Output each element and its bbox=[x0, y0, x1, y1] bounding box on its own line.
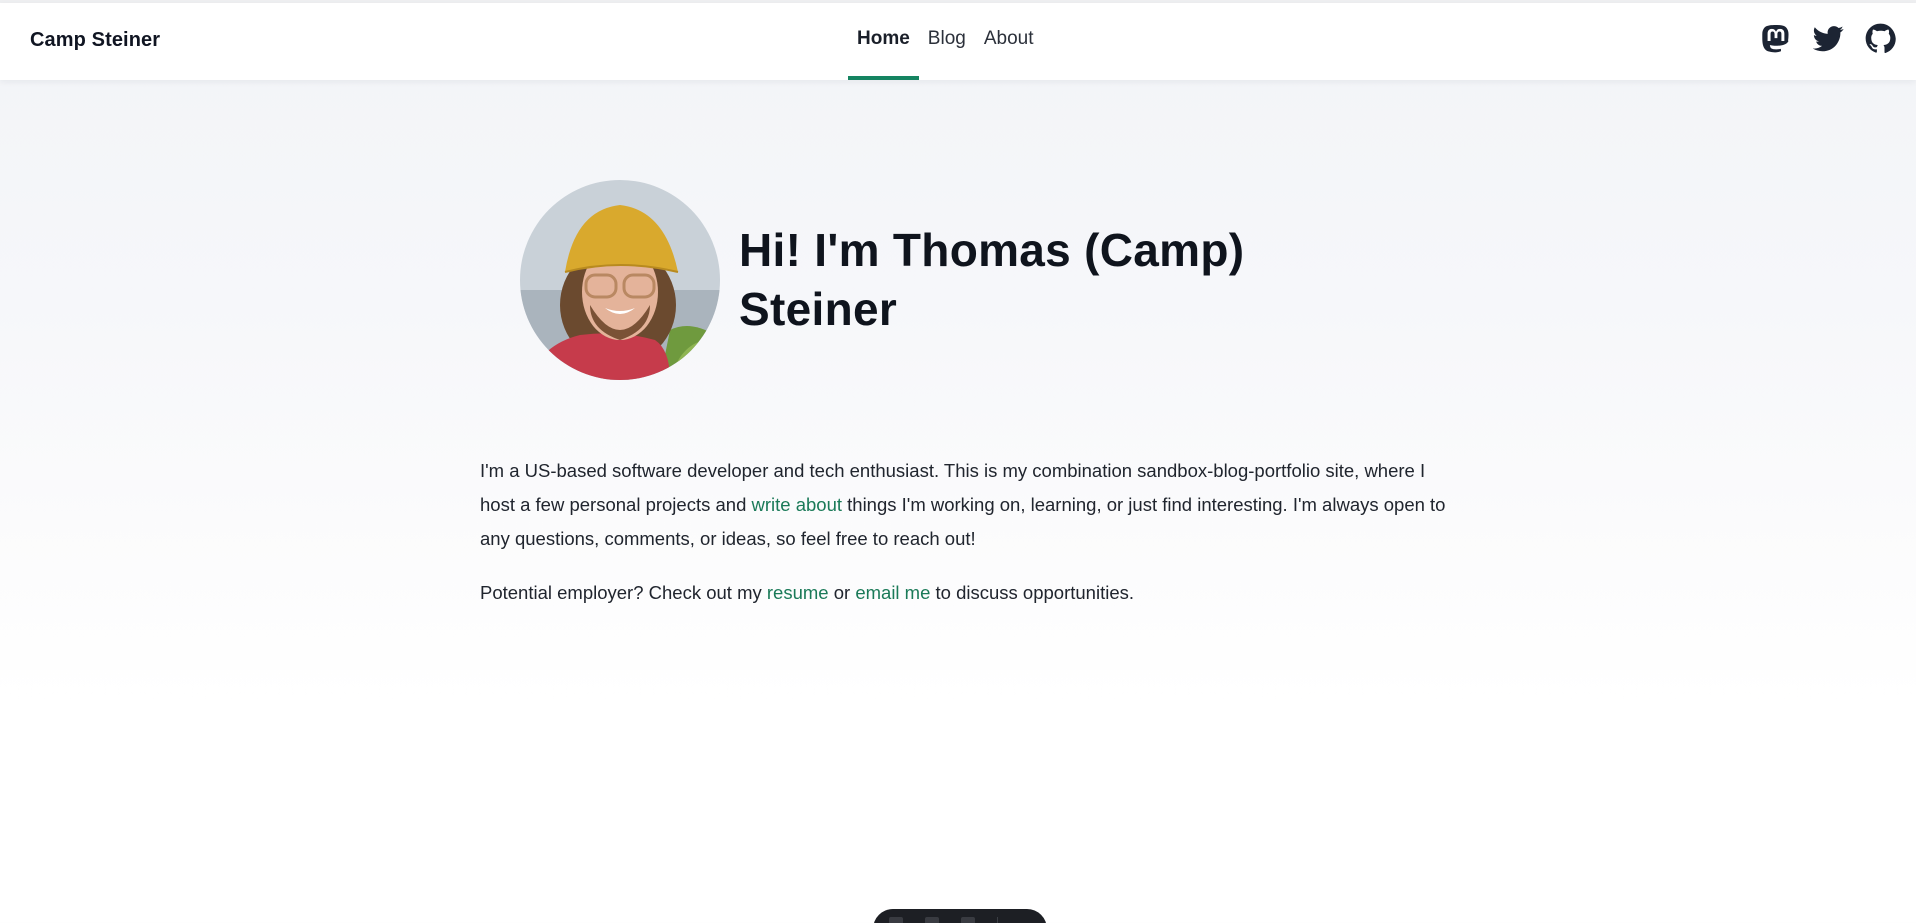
floating-toolbar[interactable] bbox=[873, 909, 1047, 923]
bio-text: or bbox=[828, 582, 856, 603]
avatar-portrait-image bbox=[520, 180, 720, 380]
hero-section: Hi! I'm Thomas (Camp) Steiner bbox=[520, 180, 1299, 380]
main-nav: Home Blog About bbox=[848, 3, 1042, 80]
bio-paragraph-intro: I'm a US-based software developer and te… bbox=[480, 454, 1460, 556]
mastodon-link[interactable] bbox=[1761, 23, 1792, 54]
mastodon-icon bbox=[1762, 24, 1789, 53]
bio-paragraph-employer: Potential employer? Check out my resume … bbox=[480, 576, 1460, 610]
twitter-icon bbox=[1813, 26, 1844, 52]
avatar bbox=[520, 180, 720, 380]
toolbar-button[interactable] bbox=[961, 917, 975, 923]
twitter-link[interactable] bbox=[1813, 23, 1844, 54]
email-me-link[interactable]: email me bbox=[855, 582, 930, 603]
toolbar-divider bbox=[997, 917, 998, 923]
toolbar-button[interactable] bbox=[925, 917, 939, 923]
site-brand-link[interactable]: Camp Steiner bbox=[30, 29, 160, 52]
github-icon bbox=[1865, 23, 1896, 53]
nav-link-blog[interactable]: Blog bbox=[919, 3, 975, 80]
toolbar-button[interactable] bbox=[889, 917, 903, 923]
nav-link-home[interactable]: Home bbox=[848, 3, 919, 80]
resume-link[interactable]: resume bbox=[767, 582, 829, 603]
nav-link-about[interactable]: About bbox=[975, 3, 1043, 80]
site-header: Camp Steiner Home Blog About bbox=[0, 3, 1916, 80]
social-links bbox=[1761, 23, 1896, 54]
bio-section: I'm a US-based software developer and te… bbox=[480, 454, 1460, 630]
bio-text: to discuss opportunities. bbox=[930, 582, 1134, 603]
bio-text: Potential employer? Check out my bbox=[480, 582, 767, 603]
page-title: Hi! I'm Thomas (Camp) Steiner bbox=[739, 224, 1245, 335]
github-link[interactable] bbox=[1865, 23, 1896, 54]
write-about-link[interactable]: write about bbox=[752, 494, 843, 515]
